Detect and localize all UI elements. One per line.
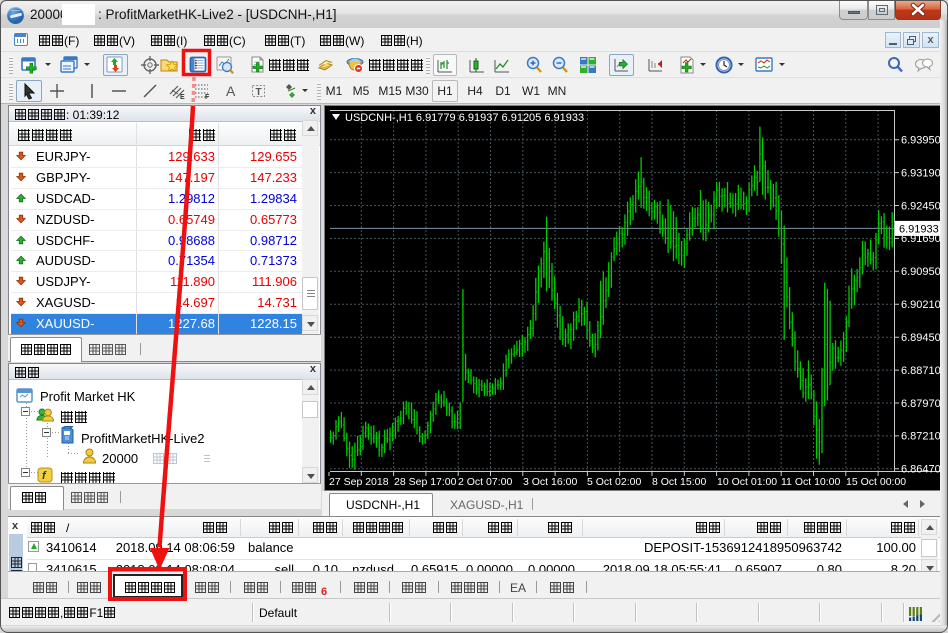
svg-text:T: T xyxy=(256,87,262,98)
svg-text:E: E xyxy=(180,94,185,100)
svg-text:F: F xyxy=(205,94,210,100)
